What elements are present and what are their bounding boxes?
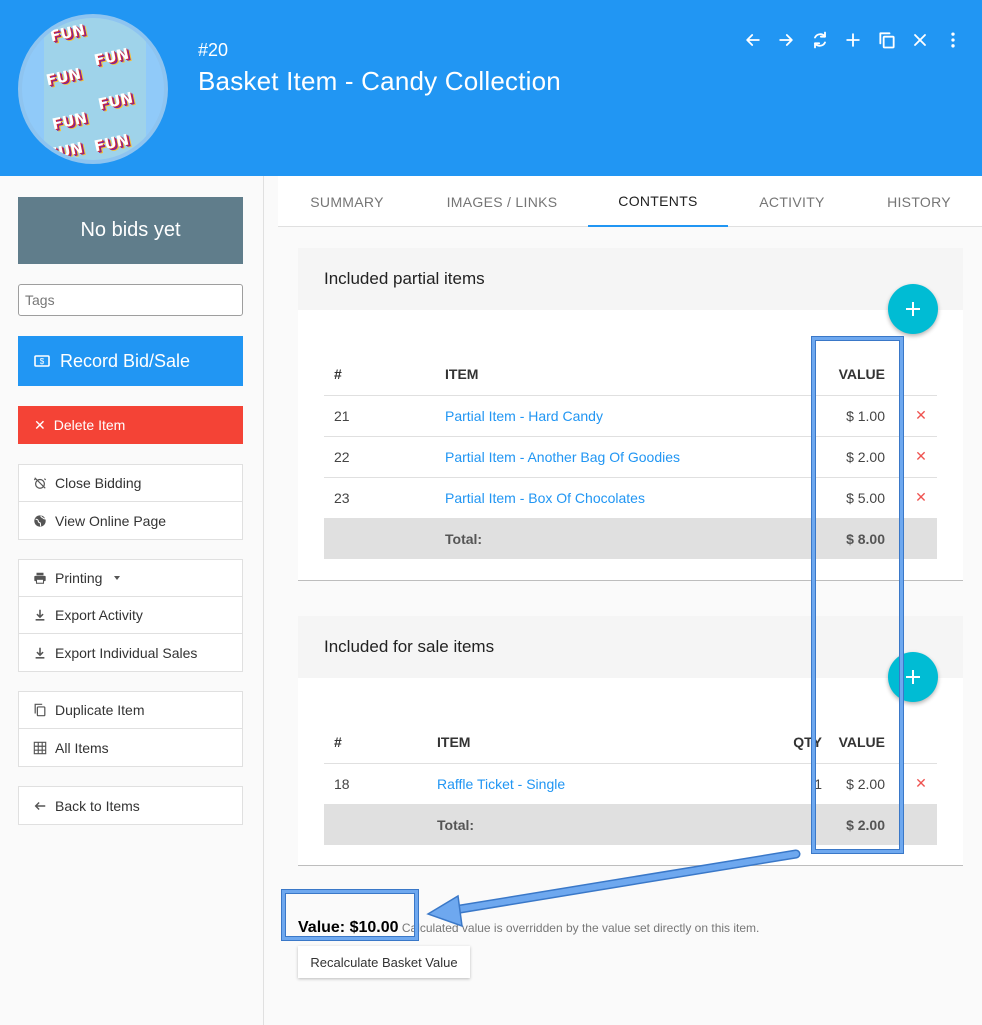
- annotation-arrow: [426, 849, 801, 928]
